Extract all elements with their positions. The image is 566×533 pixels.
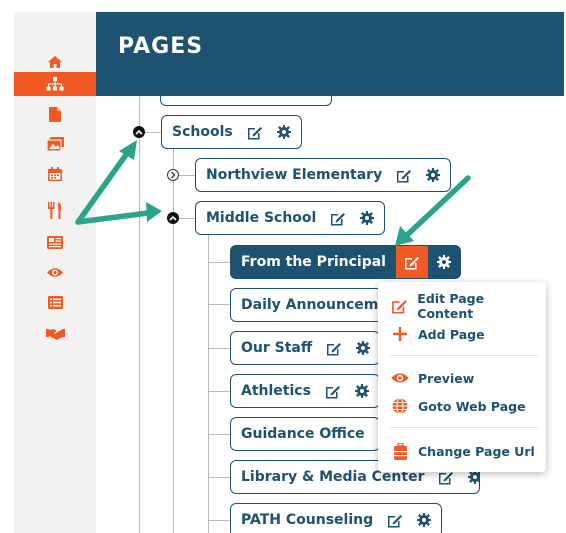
pages-app: PAGES Schools Northview Elementary Middl… <box>0 0 566 533</box>
sitemap-icon <box>46 77 64 91</box>
tree-node-schools[interactable]: Schools <box>161 115 302 149</box>
handshake-icon <box>45 328 65 340</box>
tree-node-middle-school[interactable]: Middle School <box>195 201 386 235</box>
menu-item-label: Goto Web Page <box>418 398 526 414</box>
menu-item-label: Edit Page Content <box>417 291 485 321</box>
gear-icon <box>436 255 451 269</box>
edit-icon <box>404 256 419 269</box>
home-icon <box>48 56 62 68</box>
tree-line <box>208 348 230 349</box>
page-title: PAGES <box>118 34 204 59</box>
tree-node-path-counseling[interactable]: PATH Counseling <box>230 503 443 533</box>
eye-icon <box>47 267 63 277</box>
tree-node-partial[interactable] <box>160 96 332 106</box>
expand-toggle[interactable] <box>167 169 179 181</box>
gear-icon[interactable] <box>354 384 369 398</box>
node-label: Northview Elementary <box>206 167 383 183</box>
node-label: Our Staff <box>241 340 313 356</box>
edit-icon[interactable] <box>396 168 412 183</box>
menu-item-preview[interactable]: Preview <box>390 366 540 390</box>
tree-node-athletics[interactable]: Athletics <box>230 374 380 408</box>
node-label: PATH Counseling <box>241 512 374 528</box>
edit-icon[interactable] <box>387 513 403 528</box>
chevron-right-icon <box>171 171 176 179</box>
sidebar-item-menus[interactable] <box>14 198 96 222</box>
gear-icon[interactable] <box>356 341 371 355</box>
menu-item-label: Add Page <box>418 326 485 342</box>
sidebar-item-pages[interactable] <box>14 72 96 96</box>
gear-icon[interactable] <box>417 513 432 527</box>
list-icon <box>47 295 63 309</box>
menu-divider <box>390 355 538 356</box>
chevron-up-icon <box>169 215 177 221</box>
sidebar-item-partners[interactable] <box>14 322 96 346</box>
menu-item-change-page-url[interactable]: Change Page Url <box>390 439 540 463</box>
edit-icon[interactable] <box>325 384 341 399</box>
gear-icon[interactable] <box>426 168 441 182</box>
tree-line <box>173 144 174 533</box>
plus-icon <box>390 324 410 344</box>
sidebar-item-calendar[interactable] <box>14 162 96 186</box>
tree-line <box>208 304 230 305</box>
tree-node-from-the-principal[interactable]: From the Principal <box>230 245 461 279</box>
sidebar-item-documents[interactable] <box>14 102 96 126</box>
tree-line <box>208 520 230 521</box>
menu-item-label: Preview <box>418 370 475 386</box>
edit-icon[interactable] <box>326 341 342 356</box>
sidebar <box>14 12 96 533</box>
menu-item-label: Change Page Url <box>418 443 535 459</box>
edit-icon <box>390 296 409 316</box>
tree-line <box>208 228 209 533</box>
file-icon <box>49 106 61 122</box>
context-menu: Edit Page Content Add Page Preview Goto … <box>378 282 546 472</box>
tree-line <box>208 391 230 392</box>
tree-line <box>208 434 230 435</box>
node-label: Athletics <box>241 383 311 399</box>
images-icon <box>46 137 64 151</box>
sidebar-item-media[interactable] <box>14 132 96 156</box>
edit-icon[interactable] <box>330 211 346 226</box>
tree-node-guidance-office[interactable]: Guidance Office <box>230 417 380 451</box>
collapse-toggle[interactable] <box>133 126 145 138</box>
menu-item-add-page[interactable]: Add Page <box>390 322 540 346</box>
tree-node-northview[interactable]: Northview Elementary <box>195 158 452 192</box>
node-label: Middle School <box>206 210 317 226</box>
newspaper-icon <box>47 235 63 249</box>
collapse-toggle[interactable] <box>167 212 179 224</box>
gear-icon[interactable] <box>468 470 480 484</box>
tree-line <box>208 262 230 263</box>
calendar-icon <box>48 167 62 181</box>
menu-item-goto-web-page[interactable]: Goto Web Page <box>390 394 540 418</box>
edit-icon[interactable] <box>247 125 263 140</box>
sidebar-item-home[interactable] <box>14 50 96 74</box>
gear-icon[interactable] <box>360 211 375 225</box>
eye-icon <box>390 368 410 388</box>
edit-button-active[interactable] <box>395 246 428 278</box>
menu-item-edit-page-content[interactable]: Edit Page Content <box>390 291 540 321</box>
utensils-icon <box>48 201 62 219</box>
sidebar-item-lists[interactable] <box>14 290 96 314</box>
suitcase-icon <box>390 441 410 461</box>
settings-button[interactable] <box>428 255 460 269</box>
sidebar-item-preview[interactable] <box>14 260 96 284</box>
node-label: From the Principal <box>241 254 386 270</box>
tree-line <box>139 96 140 533</box>
node-label: Guidance Office <box>241 426 365 442</box>
globe-icon <box>390 396 410 416</box>
page-header: PAGES <box>96 12 564 96</box>
menu-divider <box>390 427 538 428</box>
node-label: Schools <box>172 124 233 140</box>
sidebar-item-news[interactable] <box>14 230 96 254</box>
chevron-up-icon <box>135 129 143 135</box>
gear-icon[interactable] <box>276 125 291 139</box>
tree-node-our-staff[interactable]: Our Staff <box>230 331 380 365</box>
tree-line <box>208 477 230 478</box>
